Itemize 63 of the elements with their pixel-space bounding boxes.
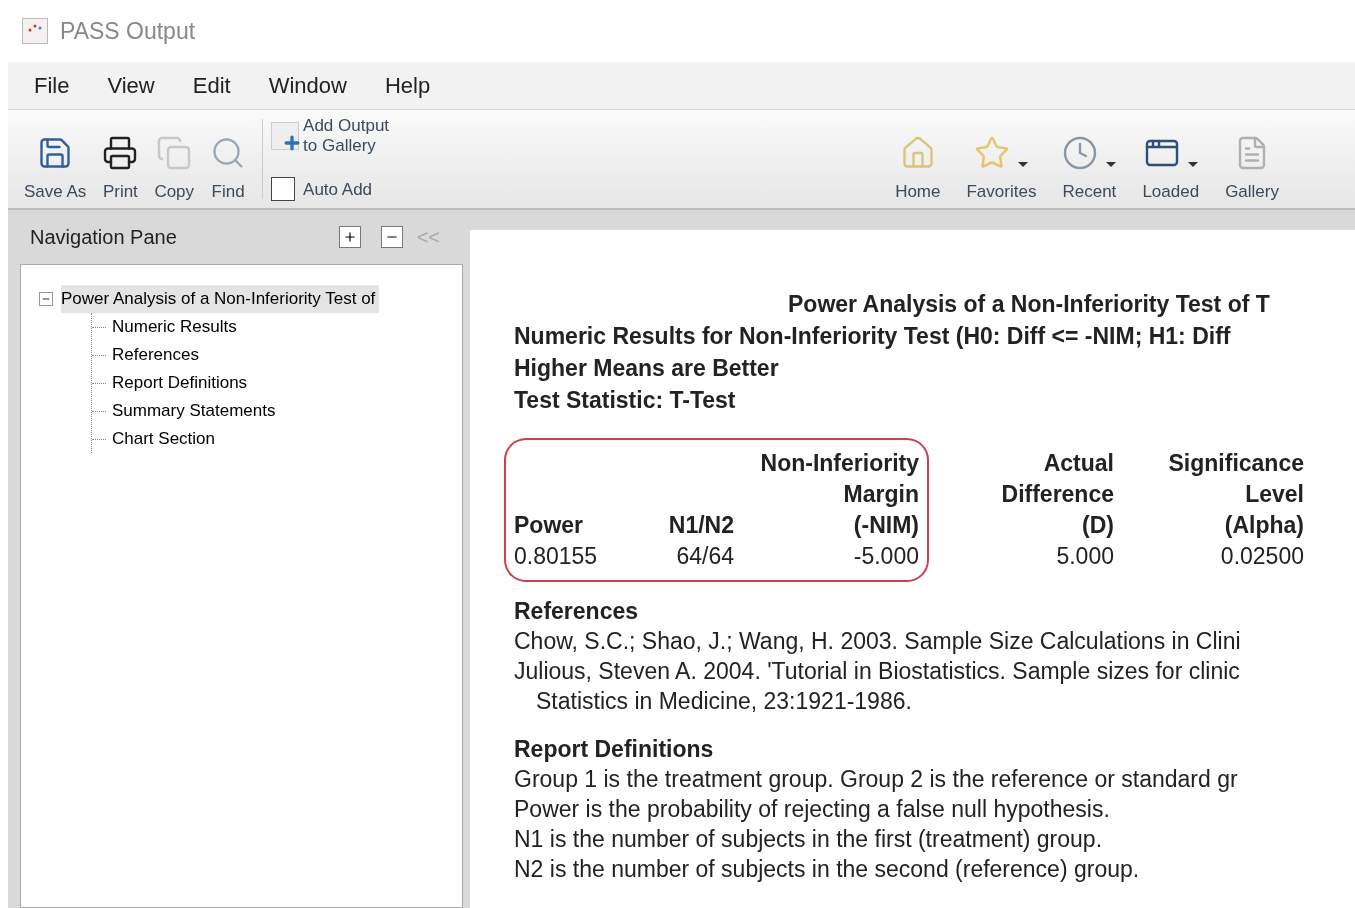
report-text: Chow, S.C.; Shao, J.; Wang, H. 2003. Sample Size Calculations in Clini: [514, 628, 1241, 654]
report-subtitle: Higher Means are Better: [514, 355, 779, 381]
checkbox-label: Auto Add: [303, 178, 373, 201]
menu-item[interactable]: Edit: [184, 69, 239, 102]
checkbox[interactable]: [271, 177, 296, 202]
tree-item[interactable]: Summary Statements: [112, 397, 280, 425]
table-cell-text: 0.02500: [1220, 542, 1304, 571]
tree-item[interactable]: Numeric Results: [112, 313, 241, 341]
report-text: Statistics in Medicine, 23:1921-1986.: [536, 688, 912, 714]
toolbar-button[interactable]: Find: [202, 114, 255, 204]
report-text: Group 1 is the treatment group. Group 2 is the reference or standard gr: [514, 766, 1238, 792]
table-cell-text: -5.000: [853, 542, 919, 571]
report-text: N1 is the number of subjects in the first (treatment) group.: [514, 826, 1103, 852]
report-title: Power Analysis of a Non-Inferiority Test of T: [788, 291, 1270, 317]
expand-all-button[interactable]: [338, 226, 361, 248]
add-document-icon: [271, 122, 300, 150]
column-header: Actual Difference (D): [1001, 449, 1114, 540]
tree-item[interactable]: Power Analysis of a Non-Inferiority Test of: [61, 285, 380, 313]
plus-icon: [342, 230, 357, 244]
star-icon: [974, 134, 1011, 171]
add-to-gallery-button[interactable]: Add Output to Gallery: [271, 116, 390, 156]
report-text: N2 is the number of subjects in the second (reference) group.: [514, 856, 1140, 882]
tree-item[interactable]: Chart Section: [112, 425, 219, 453]
tree-item[interactable]: Report Definitions: [112, 369, 252, 397]
toolbar-button[interactable]: Save As: [16, 114, 95, 204]
report-subtitle: Test Statistic: T-Test: [514, 387, 736, 413]
app-icon: [22, 18, 48, 44]
tree-line: [92, 382, 106, 384]
column-header: Non-Inferiority Margin (-NIM): [760, 449, 919, 540]
tree-line: [92, 410, 106, 412]
menu-item[interactable]: View: [99, 69, 163, 102]
section-heading: Report Definitions: [514, 736, 714, 762]
tree-line: [92, 354, 106, 356]
pane-title: Navigation Pane: [30, 225, 178, 250]
table-cell-text: 0.80155: [514, 542, 598, 571]
window-title: PASS Output: [60, 16, 196, 46]
menu-item[interactable]: Window: [260, 69, 355, 102]
table-cell-text: 64/64: [676, 542, 734, 571]
section-heading: References: [514, 598, 639, 624]
column-header: Power: [514, 511, 584, 540]
tree-line: [92, 326, 106, 328]
toolbar-button[interactable]: Favorites: [958, 114, 1045, 204]
toolbar-button[interactable]: Copy: [146, 114, 203, 204]
menu-item[interactable]: File: [26, 69, 78, 102]
report-subtitle: Numeric Results for Non-Inferiority Test (H0: Diff <= -NIM; H1: Diff: [514, 323, 1231, 349]
collapse-icon[interactable]: [39, 292, 53, 306]
report-text: Power is the probability of rejecting a false null hypothesis.: [514, 796, 1110, 822]
tree-line: [92, 438, 106, 440]
table-cell-text: 5.000: [1056, 542, 1114, 571]
menu-item[interactable]: Help: [376, 69, 439, 102]
tree-item[interactable]: References: [112, 341, 203, 369]
clock-icon: [1062, 134, 1099, 171]
toolbar-button[interactable]: Print: [94, 114, 147, 204]
copy-icon: [156, 134, 193, 171]
collapse-all-button[interactable]: [380, 226, 403, 248]
toolbar-button[interactable]: Recent: [1054, 114, 1125, 204]
printer-icon: [102, 134, 139, 171]
column-header: N1/N2: [668, 511, 734, 540]
column-header: Significance Level (Alpha): [1168, 449, 1304, 540]
report-text: Julious, Steven A. 2004. 'Tutorial in Biostatistics. Sample sizes for clinic: [514, 658, 1240, 684]
toolbar-button[interactable]: Home: [887, 114, 949, 204]
toolbar-button[interactable]: Gallery: [1217, 114, 1287, 204]
toolbar-button[interactable]: Loaded: [1134, 114, 1208, 204]
